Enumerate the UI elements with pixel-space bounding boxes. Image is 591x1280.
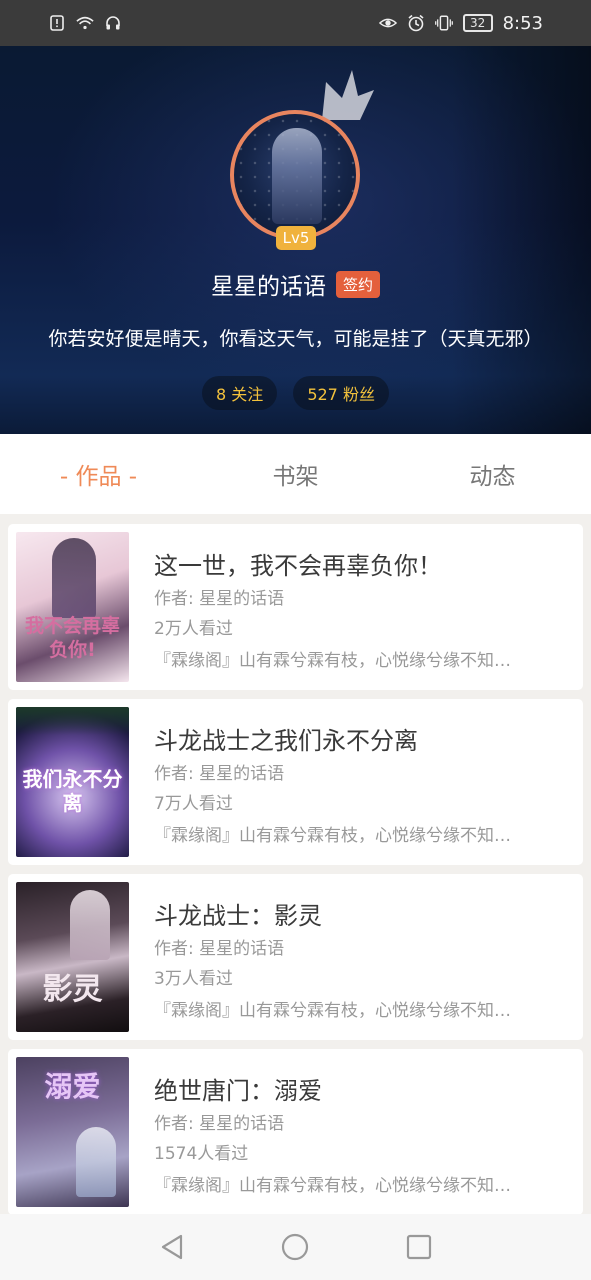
book-views: 1574人看过 (154, 1144, 249, 1164)
book-description: 『霖缘阁』山有霖兮霖有枝，心悦缘兮缘不知… (154, 1001, 511, 1021)
avatar[interactable] (230, 110, 360, 240)
book-author: 作者: 星星的话语 (154, 589, 285, 609)
book-description: 『霖缘阁』山有霖兮霖有枝，心悦缘兮缘不知… (154, 826, 511, 846)
cover-title: 我不会再辜负你! (24, 615, 120, 661)
book-title[interactable]: 斗龙战士：影灵 (154, 896, 569, 930)
system-nav-bar (0, 1214, 591, 1280)
book-views: 3万人看过 (154, 969, 233, 989)
book-info: 斗龙战士：影灵 作者: 星星的话语 3万人看过 『霖缘阁』山有霖兮霖有枝，心悦缘… (154, 896, 569, 1021)
tab-works[interactable]: - 作品 - (0, 434, 197, 514)
back-icon[interactable] (157, 1232, 187, 1262)
book-info: 绝世唐门：溺爱 作者: 星星的话语 1574人看过 『霖缘阁』山有霖兮霖有枝，心… (154, 1071, 569, 1196)
home-icon[interactable] (280, 1232, 310, 1262)
level-badge: Lv5 (276, 226, 316, 250)
recents-icon[interactable] (404, 1232, 434, 1262)
book-cover[interactable]: 我们永不分离 (16, 707, 129, 857)
book-title[interactable]: 这一世，我不会再辜负你！ (154, 546, 569, 580)
book-info: 这一世，我不会再辜负你！ 作者: 星星的话语 2万人看过 『霖缘阁』山有霖兮霖有… (154, 546, 569, 671)
book-card[interactable]: 我不会再辜负你! 这一世，我不会再辜负你！ 作者: 星星的话语 2万人看过 『霖… (8, 524, 583, 690)
status-bar: 32 8:53 (0, 0, 591, 46)
profile-tabs: - 作品 - 书架 动态 (0, 434, 591, 514)
book-description: 『霖缘阁』山有霖兮霖有枝，心悦缘兮缘不知… (154, 1176, 511, 1196)
book-title[interactable]: 斗龙战士之我们永不分离 (154, 721, 569, 755)
book-author: 作者: 星星的话语 (154, 939, 285, 959)
following-count[interactable]: 8 关注 (202, 376, 278, 410)
book-views: 7万人看过 (154, 794, 233, 814)
book-card[interactable]: 影灵 斗龙战士：影灵 作者: 星星的话语 3万人看过 『霖缘阁』山有霖兮霖有枝，… (8, 874, 583, 1040)
book-author: 作者: 星星的话语 (154, 1114, 285, 1134)
followers-count[interactable]: 527 粉丝 (293, 376, 389, 410)
vibrate-icon (434, 14, 453, 32)
eye-icon (378, 14, 397, 32)
stats-row: 8 关注 527 粉丝 (0, 376, 591, 410)
book-title[interactable]: 绝世唐门：溺爱 (154, 1071, 569, 1105)
status-left-icons (48, 14, 122, 32)
user-bio: 你若安好便是晴天，你看这天气，可能是挂了（天真无邪） (48, 328, 543, 350)
headphones-icon (104, 14, 122, 32)
avatar-figure (272, 128, 322, 224)
alarm-icon (407, 14, 425, 32)
book-author: 作者: 星星的话语 (154, 764, 285, 784)
book-views: 2万人看过 (154, 619, 233, 639)
book-list: 我不会再辜负你! 这一世，我不会再辜负你！ 作者: 星星的话语 2万人看过 『霖… (8, 524, 583, 1224)
cover-title: 影灵 (42, 972, 103, 1007)
status-right-icons: 32 8:53 (378, 12, 543, 34)
tab-bookshelf[interactable]: 书架 (197, 434, 394, 514)
cover-title: 溺爱 (44, 1070, 101, 1103)
book-description: 『霖缘阁』山有霖兮霖有枝，心悦缘兮缘不知… (154, 651, 511, 671)
battery-indicator: 32 (462, 14, 493, 32)
signed-badge: 签约 (335, 270, 380, 298)
profile-header: Lv5 星星的话语 签约 你若安好便是晴天，你看这天气，可能是挂了（天真无邪） … (0, 46, 591, 434)
book-cover[interactable]: 我不会再辜负你! (16, 532, 129, 682)
book-cover[interactable]: 影灵 (16, 882, 129, 1032)
cover-title: 我们永不分离 (22, 767, 123, 815)
wifi-icon (76, 14, 94, 32)
username: 星星的话语 (210, 274, 326, 300)
alert-icon (48, 14, 66, 32)
book-info: 斗龙战士之我们永不分离 作者: 星星的话语 7万人看过 『霖缘阁』山有霖兮霖有枝… (154, 721, 569, 846)
status-time: 8:53 (502, 12, 543, 34)
name-row: 星星的话语 签约 (0, 266, 591, 302)
book-cover[interactable]: 溺爱 (16, 1057, 129, 1207)
tab-activity[interactable]: 动态 (394, 434, 591, 514)
book-card[interactable]: 溺爱 绝世唐门：溺爱 作者: 星星的话语 1574人看过 『霖缘阁』山有霖兮霖有… (8, 1049, 583, 1215)
book-card[interactable]: 我们永不分离 斗龙战士之我们永不分离 作者: 星星的话语 7万人看过 『霖缘阁』… (8, 699, 583, 865)
